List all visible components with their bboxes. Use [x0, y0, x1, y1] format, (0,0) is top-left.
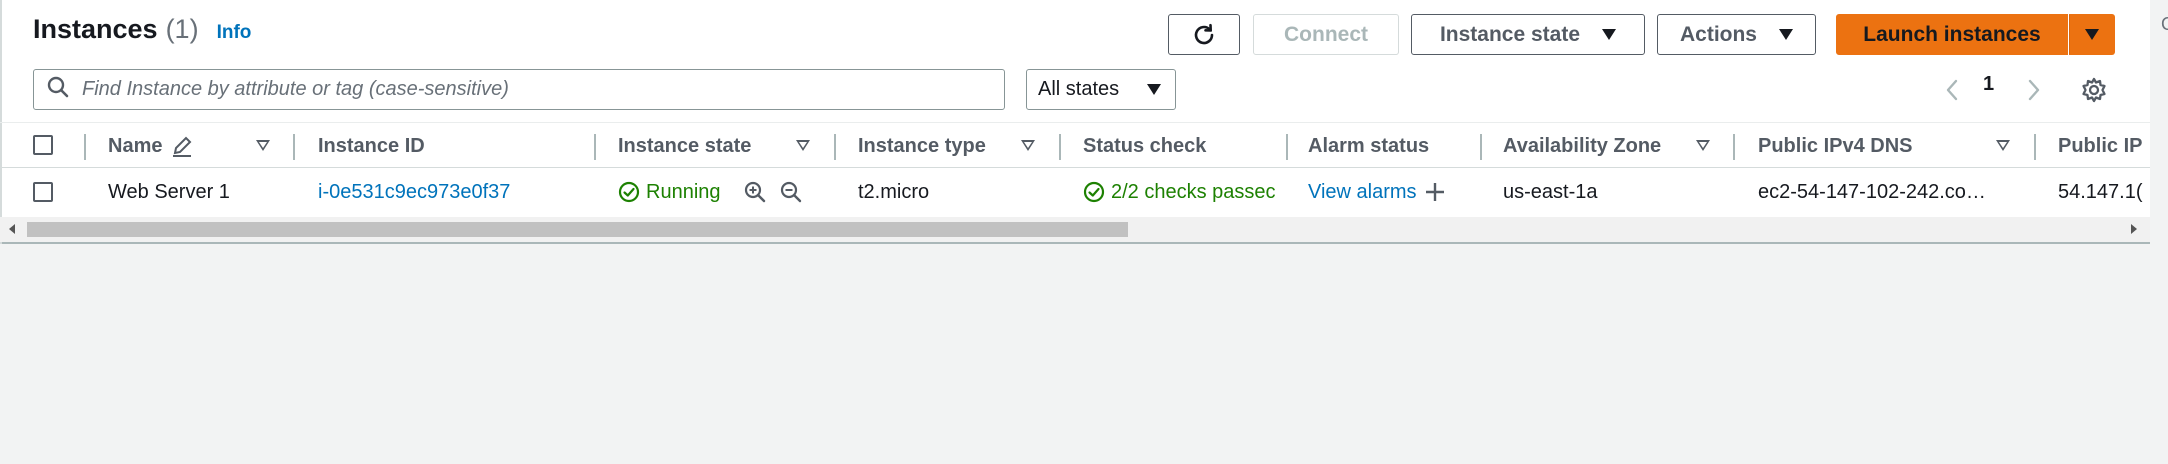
chevron-left-icon	[1946, 79, 1958, 101]
zoom-in-icon	[744, 181, 766, 203]
instance-state-value: Running	[646, 180, 721, 203]
column-header-public-ip[interactable]: Public IP	[2058, 123, 2150, 169]
info-link[interactable]: Info	[217, 22, 252, 44]
select-all-checkbox[interactable]	[33, 135, 53, 155]
instance-count: (1)	[165, 14, 199, 44]
cell-public-ip: 54.147.1(	[2058, 180, 2143, 203]
column-header-name[interactable]: Name	[108, 123, 194, 169]
page-number[interactable]: 1	[1983, 73, 1994, 96]
ec2-instances-app: Instances (1) Info Connect Instance stat…	[0, 0, 2168, 464]
status-check-value: 2/2 checks passec	[1111, 180, 1276, 203]
instance-state-label: Instance state	[1439, 22, 1581, 46]
cell-alarm-status: View alarms	[1308, 169, 1447, 215]
chevron-right-icon	[2028, 79, 2040, 101]
zoom-out-icon	[780, 181, 802, 203]
scrollbar-thumb[interactable]	[27, 222, 1128, 237]
state-filter-value: All states	[1038, 78, 1120, 100]
next-page-button[interactable]	[2026, 70, 2042, 110]
caret-down-icon	[1602, 29, 1617, 40]
gear-icon	[2082, 77, 2106, 103]
preferences-button[interactable]	[2080, 70, 2108, 110]
refresh-icon	[1191, 22, 1217, 48]
column-divider	[834, 134, 836, 160]
column-header-alarm-status[interactable]: Alarm status	[1308, 123, 1429, 169]
column-divider	[84, 134, 86, 160]
connect-button[interactable]: Connect	[1253, 14, 1399, 55]
view-alarms-link[interactable]: View alarms	[1308, 181, 1417, 204]
instances-panel: Instances (1) Info Connect Instance stat…	[0, 0, 2150, 244]
edge-fragment-icon: G	[2161, 14, 2168, 35]
launch-label: Launch instances	[1863, 22, 2041, 46]
column-divider	[1286, 134, 1288, 160]
column-header-public-dns[interactable]: Public IPv4 DNS	[1758, 123, 1913, 169]
column-label: Name	[108, 134, 163, 157]
column-divider	[1059, 134, 1061, 160]
caret-down-icon	[2085, 29, 2099, 40]
scroll-right-arrow-icon[interactable]	[2131, 224, 2137, 234]
state-filter-select[interactable]: All states	[1026, 69, 1176, 110]
panel-header: Instances (1) Info	[33, 14, 251, 45]
actions-label: Actions	[1679, 22, 1757, 46]
table-header: Name Instance ID Instance state Instance…	[0, 122, 2150, 168]
actions-button[interactable]: Actions	[1657, 14, 1816, 55]
cell-instance-state: Running	[618, 169, 721, 215]
previous-page-button[interactable]	[1944, 70, 1960, 110]
page-title: Instances	[33, 14, 158, 44]
cell-availability-zone: us-east-1a	[1503, 180, 1598, 203]
column-divider	[1480, 134, 1482, 160]
column-divider	[293, 134, 295, 160]
cell-status-check: 2/2 checks passec	[1083, 169, 1284, 215]
pencil-icon	[173, 136, 192, 157]
search-icon	[34, 75, 70, 104]
connect-label: Connect	[1284, 22, 1368, 46]
zoom-out-button[interactable]	[779, 169, 803, 215]
column-header-instance-type[interactable]: Instance type	[858, 123, 986, 169]
launch-options-dropdown[interactable]	[2069, 14, 2115, 55]
search-input[interactable]	[82, 78, 982, 101]
cell-instance-type: t2.micro	[858, 180, 930, 203]
launch-instances-button[interactable]: Launch instances	[1836, 14, 2068, 55]
add-alarm-icon[interactable]	[1423, 180, 1447, 204]
column-header-instance-state[interactable]: Instance state	[618, 123, 751, 169]
column-header-availability-zone[interactable]: Availability Zone	[1503, 123, 1661, 169]
zoom-in-button[interactable]	[743, 169, 767, 215]
horizontal-scrollbar[interactable]	[0, 217, 2150, 242]
column-divider	[2034, 134, 2036, 160]
column-divider	[1733, 134, 1735, 160]
scroll-left-arrow-icon[interactable]	[9, 224, 15, 234]
instance-state-button[interactable]: Instance state	[1411, 14, 1645, 55]
column-header-instance-id[interactable]: Instance ID	[318, 123, 425, 169]
table-row[interactable]: Web Server 1 i-0e531c9ec973e0f37 Running	[0, 169, 2150, 215]
row-select-checkbox[interactable]	[33, 182, 53, 202]
search-field[interactable]	[33, 69, 1005, 110]
success-check-icon	[618, 181, 640, 203]
column-divider	[594, 134, 596, 160]
sort-icon[interactable]	[1021, 140, 1035, 151]
cell-name: Web Server 1	[108, 180, 230, 203]
sort-icon[interactable]	[1996, 140, 2010, 151]
sort-icon[interactable]	[1696, 140, 1710, 151]
sort-icon[interactable]	[256, 140, 270, 151]
instance-id-link[interactable]: i-0e531c9ec973e0f37	[318, 169, 510, 215]
cell-public-dns: ec2-54-147-102-242.co…	[1758, 180, 1986, 203]
sort-icon[interactable]	[796, 140, 810, 151]
success-check-icon	[1083, 181, 1105, 203]
caret-down-icon	[1147, 84, 1161, 95]
caret-down-icon	[1779, 29, 1793, 40]
refresh-button[interactable]	[1168, 14, 1240, 55]
column-header-status-check[interactable]: Status check	[1083, 123, 1206, 169]
